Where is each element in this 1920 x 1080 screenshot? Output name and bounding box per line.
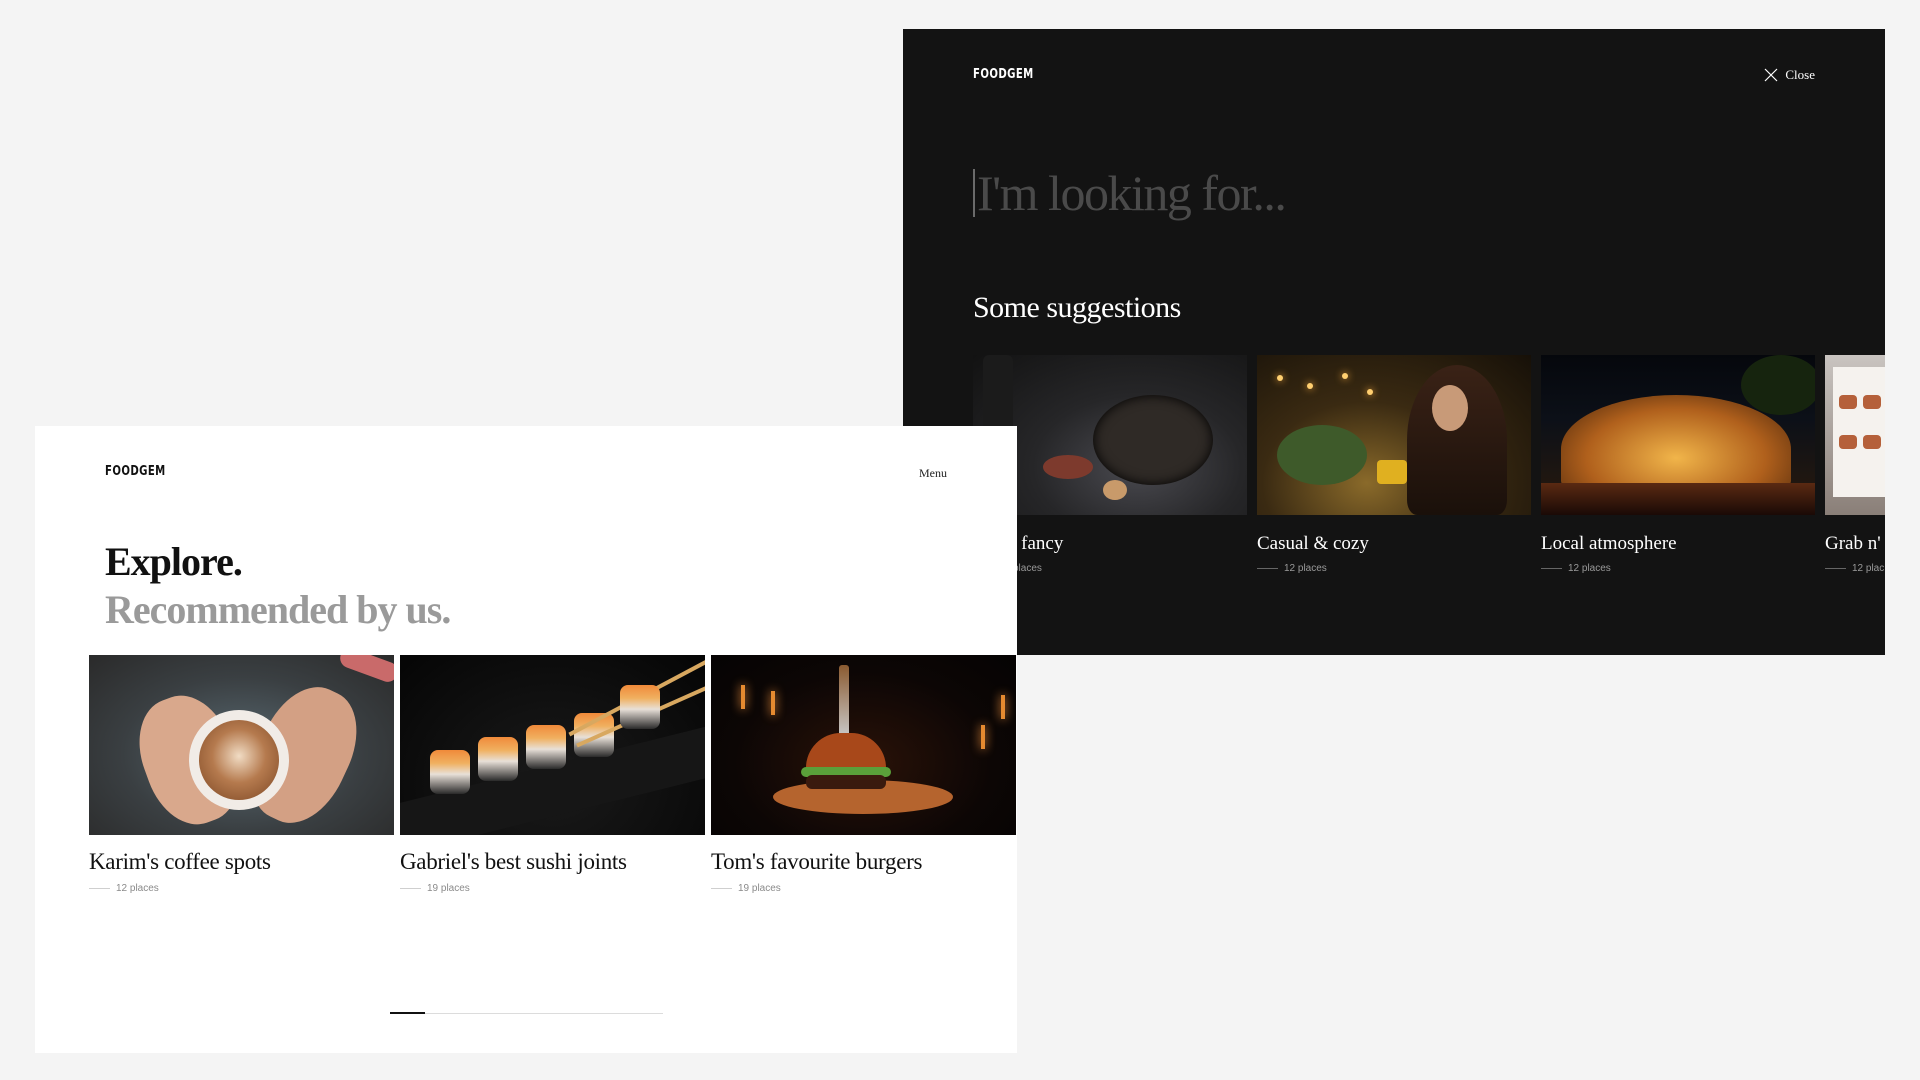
suggestion-title: Local atmosphere — [1541, 533, 1677, 554]
text-cursor — [973, 169, 975, 217]
place-count: places — [1013, 563, 1042, 574]
place-count: 12 places — [1284, 563, 1327, 574]
suggestion-title: ' fancy — [1013, 533, 1064, 554]
divider-line — [89, 888, 110, 889]
close-button[interactable]: Close — [1764, 67, 1815, 83]
boxed-food-photo — [1825, 355, 1885, 515]
foodgem-logo[interactable]: FOODGEM — [105, 464, 166, 479]
foodgem-logo[interactable]: FOODGEM — [973, 67, 1034, 82]
search-field[interactable] — [973, 164, 1677, 222]
divider-line — [400, 888, 421, 889]
suggestion-meta: 12 places — [1541, 563, 1815, 574]
menu-button[interactable]: Menu — [919, 466, 947, 481]
suggestion-card[interactable]: Casual & cozy 12 places — [1257, 355, 1531, 574]
divider-line — [1825, 568, 1846, 569]
divider-line — [711, 888, 732, 889]
search-input[interactable] — [977, 164, 1677, 222]
collection-title: Karim's coffee spots — [89, 849, 271, 874]
page-subtitle: Recommended by us. — [105, 587, 451, 632]
carousel-scrollbar[interactable] — [390, 1012, 663, 1014]
suggestion-meta: 12 plac — [1825, 563, 1885, 574]
suggestions-carousel[interactable]: ' fancy places Casual & cozy 12 places L… — [973, 355, 1885, 574]
scrollbar-thumb[interactable] — [390, 1012, 425, 1014]
suggestions-heading: Some suggestions — [973, 291, 1181, 324]
place-count: 12 places — [116, 883, 159, 894]
collection-meta: 19 places — [400, 883, 705, 894]
collection-card[interactable]: Tom's favourite burgers 19 places — [711, 655, 1016, 894]
collection-card[interactable]: Karim's coffee spots 12 places — [89, 655, 394, 894]
sushi-rolls-photo — [400, 655, 705, 835]
place-count: 19 places — [738, 883, 781, 894]
close-icon — [1764, 68, 1778, 82]
explore-page: FOODGEM Menu Explore. Recommended by us.… — [35, 426, 1017, 1053]
suggestion-title: Grab n' — [1825, 533, 1881, 554]
place-count: 12 plac — [1852, 563, 1885, 574]
collections-carousel[interactable]: Karim's coffee spots 12 places Gabriel's… — [89, 655, 1016, 894]
divider-line — [1257, 568, 1278, 569]
suggestion-meta: places — [1013, 563, 1247, 574]
latte-art-photo — [89, 655, 394, 835]
page-title: Explore. — [105, 539, 243, 584]
close-label: Close — [1785, 67, 1815, 82]
collection-title: Tom's favourite burgers — [711, 849, 923, 874]
lit-building-night-photo — [1541, 355, 1815, 515]
burger-photo — [711, 655, 1016, 835]
cozy-cafe-photo — [1257, 355, 1531, 515]
collection-card[interactable]: Gabriel's best sushi joints 19 places — [400, 655, 705, 894]
place-count: 12 places — [1568, 563, 1611, 574]
search-overlay: FOODGEM Close Some suggestions ' fancy p… — [903, 29, 1885, 655]
place-count: 19 places — [427, 883, 470, 894]
divider-line — [1541, 568, 1562, 569]
collection-meta: 12 places — [89, 883, 394, 894]
collection-meta: 19 places — [711, 883, 1016, 894]
suggestion-card[interactable]: Grab n' 12 plac — [1825, 355, 1885, 574]
collection-title: Gabriel's best sushi joints — [400, 849, 627, 874]
suggestion-meta: 12 places — [1257, 563, 1531, 574]
suggestion-title: Casual & cozy — [1257, 533, 1369, 554]
suggestion-card[interactable]: Local atmosphere 12 places — [1541, 355, 1815, 574]
